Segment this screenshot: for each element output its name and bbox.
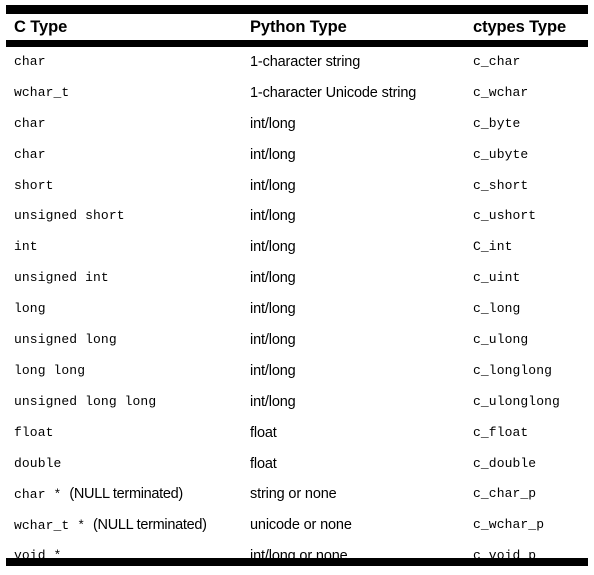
cell-c-type: unsigned short	[14, 201, 125, 232]
cell-c-type-base: unsigned short	[14, 208, 125, 224]
cell-c-type-base: short	[14, 177, 54, 193]
cell-c-type: short	[14, 171, 54, 202]
cell-ctypes-type: c_short	[473, 177, 529, 193]
table-row: long int/long c_long	[0, 294, 594, 325]
cell-c-type-base: char	[14, 146, 46, 162]
cell-python-type: int/long	[250, 239, 296, 256]
cell-c-type-base: unsigned long	[14, 332, 117, 348]
cell-c-type-base: long long	[14, 362, 86, 378]
cell-ctypes-type: c_byte	[473, 115, 521, 131]
cell-ctypes-type: c_ulonglong	[473, 393, 560, 409]
cell-c-type: char	[14, 47, 46, 78]
cell-python-type: int/long	[250, 301, 296, 318]
table-header-rule	[6, 40, 588, 47]
cell-c-type-base: unsigned long long	[14, 393, 157, 409]
cell-ctypes-type: C_int	[473, 239, 513, 255]
cell-ctypes-type: c_ushort	[473, 208, 537, 224]
cell-python-type: int/long	[250, 146, 296, 163]
cell-ctypes-type: c_ubyte	[473, 146, 529, 162]
cell-python-type: 1-character Unicode string	[250, 84, 417, 101]
cell-c-type: char	[14, 109, 46, 140]
cell-c-type: unsigned int	[14, 263, 109, 294]
table-row: char 1-character string c_char	[0, 47, 594, 78]
cell-c-type-base: char *	[14, 487, 62, 503]
table-row: double float c_double	[0, 449, 594, 480]
table-row: unsigned long int/long c_ulong	[0, 325, 594, 356]
ctypes-type-mapping-table: C Type Python Type ctypes Type char 1-cha…	[0, 0, 594, 575]
cell-python-type: unicode or none	[250, 517, 352, 534]
table-row: wchar_t 1-character Unicode string c_wchar	[0, 78, 594, 109]
cell-ctypes-type: c_longlong	[473, 362, 553, 378]
cell-c-type: long long	[14, 356, 85, 387]
cell-c-type: float	[14, 418, 54, 449]
table-row: unsigned long long int/long c_ulonglong	[0, 387, 594, 418]
table-row: char * (NULL terminated) string or none c_…	[0, 479, 594, 510]
cell-python-type: int/long	[250, 393, 296, 410]
table-row: long long int/long c_longlong	[0, 356, 594, 387]
cell-python-type: int/long	[250, 115, 296, 132]
cell-c-type: char	[14, 140, 46, 171]
cell-python-type: int/long or none	[250, 548, 348, 565]
cell-ctypes-type: c_wchar	[473, 84, 529, 100]
cell-c-type-base: char	[14, 115, 46, 131]
table-row: void * int/long or none c_void_p	[0, 541, 594, 572]
cell-python-type: string or none	[250, 486, 337, 503]
cell-c-type-base: float	[14, 424, 54, 440]
column-header-ctypes-type: ctypes Type	[473, 18, 567, 36]
cell-python-type: int/long	[250, 270, 296, 287]
cell-c-type: char * (NULL terminated)	[14, 479, 183, 510]
cell-c-type: wchar_t * (NULL terminated)	[14, 510, 207, 541]
cell-c-type-base: void *	[14, 548, 62, 564]
table-header-row: C Type Python Type ctypes Type	[0, 14, 594, 40]
cell-python-type: int/long	[250, 177, 296, 194]
table-row: char int/long c_byte	[0, 109, 594, 140]
cell-c-type-base: unsigned int	[14, 270, 109, 286]
cell-c-type: wchar_t	[14, 78, 69, 109]
table-row: float float c_float	[0, 418, 594, 449]
cell-ctypes-type: c_char	[473, 54, 521, 69]
cell-c-type-base: wchar_t *	[14, 518, 86, 534]
cell-c-type: int	[14, 232, 38, 263]
cell-python-type: int/long	[250, 362, 296, 379]
cell-ctypes-type: c_char_p	[473, 486, 537, 502]
cell-c-type-annotation: (NULL terminated)	[69, 486, 183, 503]
cell-python-type: int/long	[250, 332, 296, 349]
table-row: wchar_t * (NULL terminated) unicode or no…	[0, 510, 594, 541]
cell-c-type-annotation: (NULL terminated)	[93, 517, 207, 534]
cell-c-type: void *	[14, 541, 61, 572]
cell-ctypes-type: c_float	[473, 424, 529, 440]
table-row: unsigned int int/long c_uint	[0, 263, 594, 294]
cell-python-type: 1-character string	[250, 54, 361, 70]
cell-c-type: double	[14, 449, 61, 480]
table-row: unsigned short int/long c_ushort	[0, 201, 594, 232]
table-row: int int/long C_int	[0, 232, 594, 263]
table-body: char 1-character string c_char wchar_t 1-cha…	[0, 47, 594, 572]
cell-ctypes-type: c_ulong	[473, 332, 529, 348]
table-row: short int/long c_short	[0, 171, 594, 202]
table-top-rule	[6, 5, 588, 14]
cell-c-type-base: int	[14, 239, 38, 255]
cell-ctypes-type: c_double	[473, 455, 537, 471]
cell-c-type-base: char	[14, 54, 46, 69]
cell-python-type: int/long	[250, 208, 296, 225]
cell-c-type-base: double	[14, 455, 62, 471]
cell-ctypes-type: c_long	[473, 301, 521, 317]
cell-c-type: long	[14, 294, 46, 325]
cell-c-type-base: wchar_t	[14, 84, 70, 100]
cell-python-type: float	[250, 455, 277, 472]
cell-c-type: unsigned long long	[14, 387, 156, 418]
cell-python-type: float	[250, 424, 277, 441]
cell-ctypes-type: c_void_p	[473, 548, 537, 564]
cell-ctypes-type: c_uint	[473, 270, 521, 286]
column-header-python-type: Python Type	[250, 18, 347, 36]
cell-c-type: unsigned long	[14, 325, 117, 356]
column-header-c-type: C Type	[14, 18, 68, 36]
cell-c-type-base: long	[14, 301, 46, 317]
cell-ctypes-type: c_wchar_p	[473, 517, 545, 533]
table-row: char int/long c_ubyte	[0, 140, 594, 171]
